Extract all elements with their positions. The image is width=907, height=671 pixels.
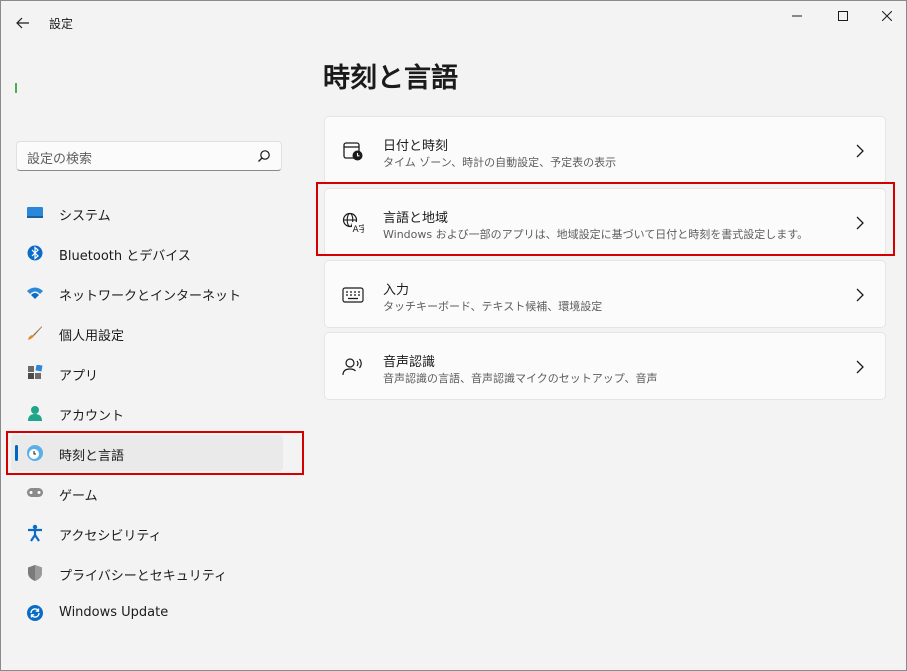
accessibility-icon: [25, 523, 45, 543]
card-highlight-box: [316, 182, 895, 256]
sidebar-item-network[interactable]: ネットワークとインターネット: [11, 275, 283, 311]
minimize-button[interactable]: [774, 1, 820, 31]
page-title: 時刻と言語: [323, 63, 458, 94]
sidebar-item-label: アカウント: [59, 409, 125, 424]
sidebar-item-label: Bluetooth とデバイス: [59, 249, 191, 264]
settings-window: 設定 設定の検索 システム Bluetooth とデバイス ネットワークとインタ…: [0, 0, 907, 671]
sidebar-item-bluetooth[interactable]: Bluetooth とデバイス: [11, 235, 283, 271]
speech-icon: [341, 355, 365, 379]
update-icon: [25, 603, 45, 623]
game-icon: [25, 483, 45, 503]
sidebar-item-label: ゲーム: [59, 489, 98, 504]
card-subtitle: タイム ゾーン、時計の自動設定、予定表の表示: [383, 156, 617, 169]
search-input[interactable]: 設定の検索: [27, 148, 92, 167]
maximize-button[interactable]: [820, 1, 866, 31]
sidebar-item-label: システム: [59, 209, 111, 224]
maximize-icon: [838, 11, 848, 21]
account-icon: [25, 403, 45, 423]
minimize-icon: [792, 15, 802, 17]
sidebar-item-accounts[interactable]: アカウント: [11, 395, 283, 431]
card-typing[interactable]: 入力 タッチキーボード、テキスト候補、環境設定: [324, 260, 886, 328]
sidebar-item-label: アプリ: [59, 369, 99, 384]
sidebar-item-system[interactable]: システム: [11, 195, 283, 231]
sidebar-item-label: 個人用設定: [59, 329, 125, 344]
shield-icon: [25, 563, 45, 583]
card-subtitle: 音声認識の言語、音声認識マイクのセットアップ、音声: [383, 372, 658, 385]
profile-accent: [15, 83, 17, 93]
sidebar-item-personalization[interactable]: 個人用設定: [11, 315, 283, 351]
card-title: 日付と時刻: [383, 139, 449, 154]
sidebar-item-label: Windows Update: [59, 605, 169, 620]
title-bar: 設定: [1, 1, 906, 45]
apps-icon: [25, 363, 45, 383]
keyboard-icon: [341, 283, 365, 307]
network-icon: [25, 283, 45, 303]
card-title: 入力: [383, 283, 410, 298]
sidebar-item-gaming[interactable]: ゲーム: [11, 475, 283, 511]
card-speech[interactable]: 音声認識 音声認識の言語、音声認識マイクのセットアップ、音声: [324, 332, 886, 400]
chevron-right-icon: [856, 144, 864, 158]
back-arrow-icon: [16, 17, 29, 29]
card-date-time[interactable]: 日付と時刻 タイム ゾーン、時計の自動設定、予定表の表示: [324, 116, 886, 184]
search-box[interactable]: 設定の検索: [16, 141, 282, 171]
app-title: 設定: [49, 17, 74, 31]
close-button[interactable]: [864, 1, 907, 31]
sidebar-item-label: プライバシーとセキュリティ: [59, 569, 227, 584]
card-subtitle: タッチキーボード、テキスト候補、環境設定: [383, 300, 603, 313]
sidebar-highlight-box: [6, 431, 304, 475]
sidebar-item-windows-update[interactable]: Windows Update: [11, 595, 283, 631]
brush-icon: [25, 323, 45, 343]
sidebar-item-label: アクセシビリティ: [59, 529, 162, 544]
system-icon: [25, 203, 45, 223]
sidebar-item-apps[interactable]: アプリ: [11, 355, 283, 391]
sidebar-item-label: ネットワークとインターネット: [59, 289, 242, 304]
chevron-right-icon: [856, 288, 864, 302]
close-icon: [882, 11, 892, 21]
bluetooth-icon: [25, 243, 45, 263]
back-button[interactable]: [11, 11, 35, 35]
search-icon: [258, 150, 270, 162]
chevron-right-icon: [856, 360, 864, 374]
card-title: 音声認識: [383, 355, 436, 370]
sidebar-item-privacy[interactable]: プライバシーとセキュリティ: [11, 555, 283, 591]
clock-calendar-icon: [341, 139, 365, 163]
sidebar-item-accessibility[interactable]: アクセシビリティ: [11, 515, 283, 551]
